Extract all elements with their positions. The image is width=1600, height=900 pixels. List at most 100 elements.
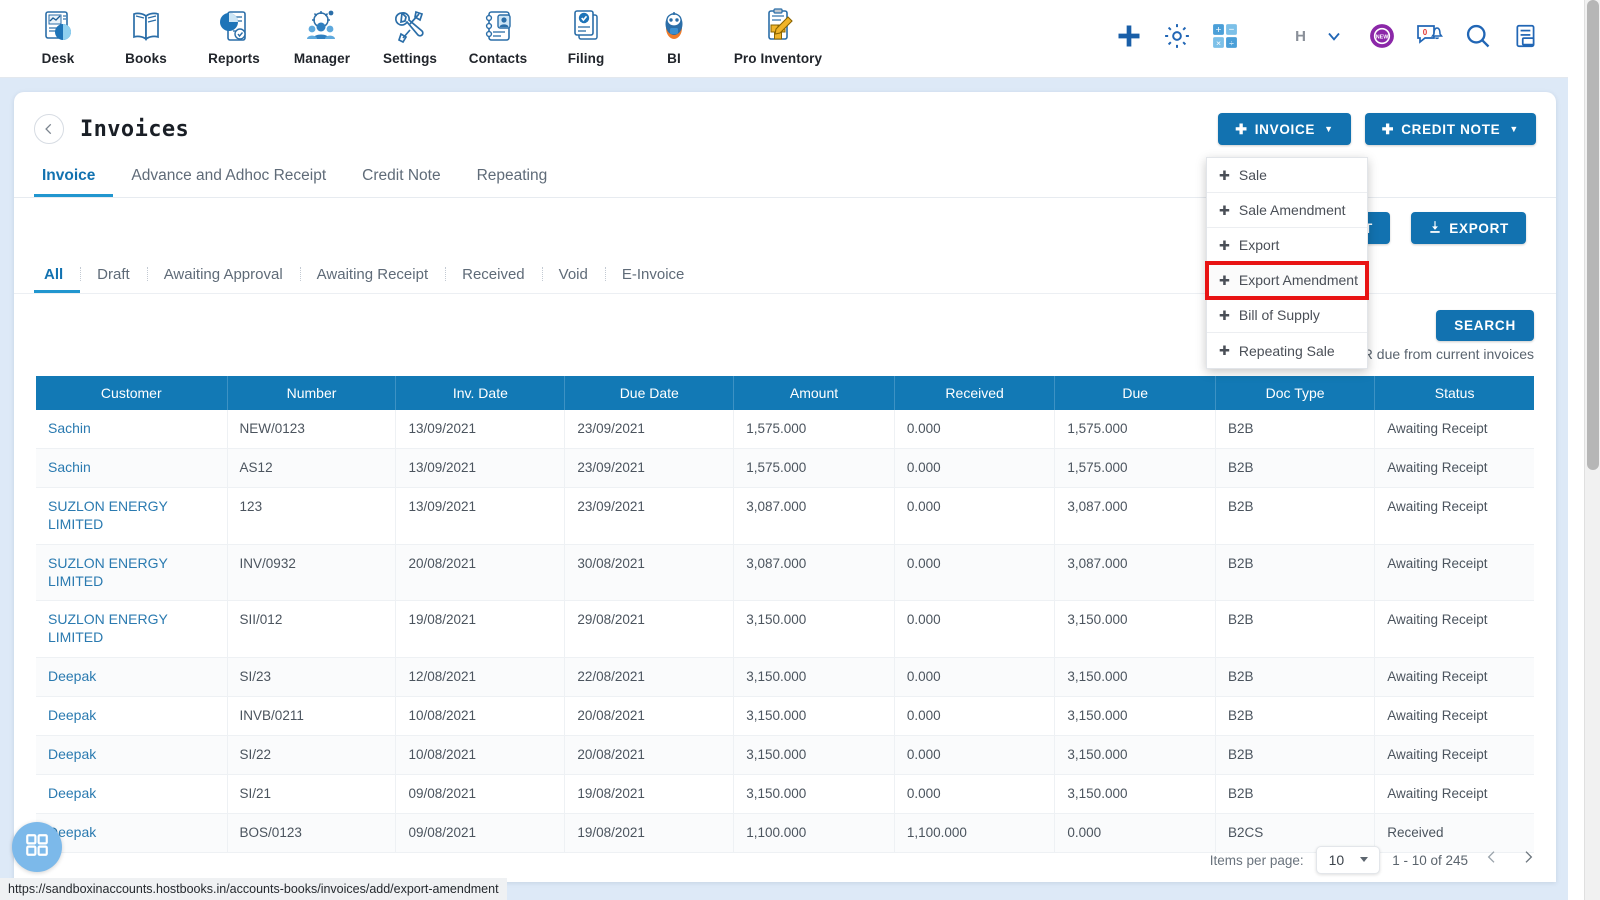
cell-customer[interactable]: Deepak (36, 696, 228, 737)
notepad-icon[interactable] (1502, 12, 1550, 60)
customer-link[interactable]: Deepak (48, 707, 96, 723)
chat-bell-icon[interactable]: 0 (1406, 12, 1454, 60)
nav-item-settings[interactable]: Settings (366, 4, 454, 66)
customer-link[interactable]: Deepak (48, 668, 96, 684)
menu-item-sale[interactable]: ✚ Sale (1207, 158, 1367, 193)
new-invoice-button[interactable]: ✚ INVOICE ▼ (1218, 113, 1351, 145)
cell-customer[interactable]: Deepak (36, 813, 228, 853)
filter-received[interactable]: Received (445, 266, 542, 293)
col-number[interactable]: Number (227, 376, 397, 410)
table-row[interactable]: Sachin NEW/0123 13/09/2021 23/09/2021 1,575.… (36, 410, 1534, 449)
tab-credit-note[interactable]: Credit Note (344, 167, 458, 197)
filter-draft[interactable]: Draft (80, 266, 147, 293)
tab-invoice[interactable]: Invoice (34, 167, 114, 197)
table-row[interactable]: Deepak SI/22 10/08/2021 20/08/2021 3,150.000… (36, 735, 1534, 775)
col-amount[interactable]: Amount (733, 376, 895, 410)
export-button[interactable]: EXPORT (1411, 212, 1526, 244)
filter-void[interactable]: Void (541, 266, 605, 293)
menu-item-export-amendment[interactable]: ✚ Export Amendment (1205, 261, 1369, 300)
report-pie-icon (214, 4, 254, 50)
customer-link[interactable]: SUZLON ENERGY LIMITED (48, 611, 168, 645)
cell-due: 3,150.000 (1054, 696, 1216, 737)
nav-item-desk[interactable]: Desk (14, 4, 102, 66)
col-due[interactable]: Due (1054, 376, 1216, 410)
table-row[interactable]: SUZLON ENERGY LIMITED SII/012 19/08/2021 29… (36, 600, 1534, 659)
back-button[interactable] (34, 114, 64, 144)
customer-link[interactable]: SUZLON ENERGY LIMITED (48, 555, 168, 589)
cell-number: BOS/0123 (227, 813, 397, 853)
cell-status: Awaiting Receipt (1374, 600, 1534, 659)
menu-item-bill-of-supply[interactable]: ✚ Bill of Supply (1207, 298, 1367, 333)
tab-repeating[interactable]: Repeating (459, 167, 566, 197)
menu-item-export[interactable]: ✚ Export (1207, 228, 1367, 263)
table-row[interactable]: Deepak SI/23 12/08/2021 22/08/2021 3,150.000… (36, 657, 1534, 698)
nav-item-pro-inventory[interactable]: Pro Inventory (718, 4, 838, 66)
nav-item-bi[interactable]: BI (630, 4, 718, 66)
pro-inventory-icon (758, 4, 798, 50)
menu-item-sale-amendment[interactable]: ✚ Sale Amendment (1207, 193, 1367, 228)
appbar-right-actions: + − × ÷ H NEW 0 (1105, 0, 1568, 72)
cell-status: Awaiting Receipt (1374, 410, 1534, 449)
gear-icon[interactable] (1153, 12, 1201, 60)
cell-customer[interactable]: SUZLON ENERGY LIMITED (36, 600, 228, 659)
cell-customer[interactable]: Sachin (36, 448, 228, 488)
search-icon[interactable] (1454, 12, 1502, 60)
new-badge-icon[interactable]: NEW (1358, 12, 1406, 60)
col-due-date[interactable]: Due Date (564, 376, 735, 410)
nav-item-manager[interactable]: Manager (278, 4, 366, 66)
cell-customer[interactable]: SUZLON ENERGY LIMITED (36, 544, 228, 602)
table-row[interactable]: Deepak SI/21 09/08/2021 19/08/2021 3,150.000… (36, 774, 1534, 814)
page-scrollbar[interactable] (1584, 0, 1600, 900)
cell-customer[interactable]: Deepak (36, 657, 228, 698)
table-row[interactable]: SUZLON ENERGY LIMITED INV/0932 20/08/2021 3… (36, 544, 1534, 602)
table-row[interactable]: Sachin AS12 13/09/2021 23/09/2021 1,575.000 0… (36, 448, 1534, 488)
chevron-down-icon[interactable] (1310, 12, 1358, 60)
cell-status: Awaiting Receipt (1374, 544, 1534, 602)
apps-grid-icon (24, 832, 50, 863)
table-row[interactable]: Deepak INVB/0211 10/08/2021 20/08/2021 3,150… (36, 696, 1534, 737)
search-button[interactable]: SEARCH (1436, 310, 1534, 341)
cell-customer[interactable]: Deepak (36, 735, 228, 775)
scrollbar-thumb[interactable] (1587, 0, 1599, 470)
customer-link[interactable]: Sachin (48, 459, 91, 475)
cell-amount: 3,150.000 (733, 696, 895, 737)
nav-item-contacts[interactable]: Contacts (454, 4, 542, 66)
tab-advance-and-adhoc-receipt[interactable]: Advance and Adhoc Receipt (113, 167, 344, 197)
filter-all[interactable]: All (34, 266, 81, 293)
filter-e-invoice[interactable]: E-Invoice (604, 266, 702, 293)
cell-customer[interactable]: Sachin (36, 410, 228, 449)
nav-item-filing[interactable]: Filing (542, 4, 630, 66)
col-status[interactable]: Status (1374, 376, 1534, 410)
cell-inv-date: 13/09/2021 (395, 410, 566, 449)
customer-link[interactable]: Deepak (48, 746, 96, 762)
customer-link[interactable]: Sachin (48, 420, 91, 436)
table-row[interactable]: SUZLON ENERGY LIMITED 123 13/09/2021 23/09/… (36, 487, 1534, 545)
items-per-page-select[interactable]: 10 (1315, 846, 1381, 874)
cell-inv-date: 19/08/2021 (395, 600, 566, 659)
apps-launcher-button[interactable] (12, 822, 62, 872)
customer-link[interactable]: SUZLON ENERGY LIMITED (48, 498, 168, 532)
prev-page-icon[interactable] (1480, 848, 1504, 872)
next-page-icon[interactable] (1516, 848, 1540, 872)
filter-awaiting-receipt[interactable]: Awaiting Receipt (299, 266, 445, 293)
nav-item-reports[interactable]: Reports (190, 4, 278, 66)
filter-awaiting-approval[interactable]: Awaiting Approval (146, 266, 300, 293)
cell-customer[interactable]: SUZLON ENERGY LIMITED (36, 487, 228, 545)
svg-text:−: − (1229, 24, 1235, 35)
cell-customer[interactable]: Deepak (36, 774, 228, 814)
new-credit-note-button[interactable]: ✚ CREDIT NOTE ▼ (1364, 113, 1536, 145)
cell-inv-date: 20/08/2021 (395, 544, 566, 602)
menu-item-repeating-sale[interactable]: ✚ Repeating Sale (1207, 333, 1367, 368)
new-invoice-label: INVOICE (1254, 121, 1316, 137)
customer-link[interactable]: Deepak (48, 785, 96, 801)
col-customer[interactable]: Customer (36, 376, 228, 410)
plus-icon[interactable] (1105, 12, 1153, 60)
cell-status: Awaiting Receipt (1374, 774, 1534, 814)
col-doc-type[interactable]: Doc Type (1215, 376, 1376, 410)
invoices-table: Customer Number Inv. Date Due Date Amoun… (36, 376, 1534, 853)
col-received[interactable]: Received (894, 376, 1056, 410)
nav-item-books[interactable]: Books (102, 4, 190, 66)
col-inv-date[interactable]: Inv. Date (395, 376, 566, 410)
cell-number: SII/012 (227, 600, 397, 659)
calculator-icon[interactable]: + − × ÷ (1201, 12, 1249, 60)
